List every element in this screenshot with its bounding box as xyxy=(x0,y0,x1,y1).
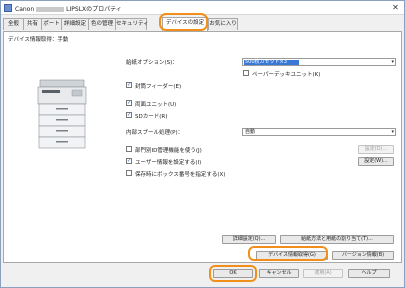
paper-option-label: 給紙オプション(S)： xyxy=(126,60,178,66)
tab-security[interactable]: セキュリティ xyxy=(115,18,149,30)
paper-source-assignment-button[interactable]: 給紙方法と用紙の割り当て(T)... xyxy=(280,235,394,244)
tab-advanced[interactable]: 詳細設定 xyxy=(61,18,89,30)
properties-window: Canon LIPSLXのプロパティ ✕ 全般 共有 ポート 詳細設定 色の管理 … xyxy=(0,0,405,288)
close-icon[interactable]: ✕ xyxy=(390,3,401,13)
tab-general[interactable]: 全般 xyxy=(3,18,24,30)
spool-value: 自動 xyxy=(245,129,256,135)
help-button[interactable]: ヘルプ xyxy=(348,269,390,278)
user-info-settings-button[interactable]: 設定(W)... xyxy=(358,157,394,166)
apply-button[interactable]: 適用(A) xyxy=(303,269,343,278)
box-number-label: 保存時にボックス番号を指定する(X) xyxy=(135,172,226,178)
paper-deck-label: ペーパーデッキユニット(K) xyxy=(252,72,321,78)
cancel-button[interactable]: キャンセル xyxy=(259,269,299,278)
dept-id-settings-button[interactable]: 設定(D)... xyxy=(358,145,394,154)
spool-select[interactable]: 自動 ▾ xyxy=(242,128,396,136)
dept-id-checkbox[interactable] xyxy=(126,146,132,152)
ok-highlight-outline xyxy=(209,265,257,282)
device-info-highlight-outline xyxy=(248,246,328,261)
window-title: Canon LIPSLXのプロパティ xyxy=(15,4,122,13)
tab-color-management[interactable]: 色の管理 xyxy=(88,18,116,30)
title-suffix: LIPSLXのプロパティ xyxy=(66,6,122,13)
envelope-feeder-label: 封筒フィーダー(E) xyxy=(135,84,182,90)
version-info-button[interactable]: バージョン情報(B) xyxy=(332,251,394,260)
user-info-checkbox[interactable]: ✓ xyxy=(126,158,132,164)
duplex-unit-label: 両面ユニット(U) xyxy=(135,102,177,108)
chevron-down-icon: ▾ xyxy=(391,129,394,135)
duplex-unit-checkbox[interactable]: ✓ xyxy=(126,100,132,106)
paper-option-value: 500枚カセット×3 xyxy=(245,59,287,65)
chevron-down-icon: ▾ xyxy=(391,59,394,65)
dept-id-label: 部門別ID管理機能を使う(J) xyxy=(135,148,202,154)
printer-app-icon xyxy=(4,4,12,12)
device-settings-panel: デバイス情報取得：手動 給紙オプション(S)： 500枚カセット×3 ▾ ペーパ… xyxy=(3,31,402,263)
sd-card-checkbox[interactable]: ✓ xyxy=(126,112,132,118)
title-prefix: Canon xyxy=(15,6,35,13)
paper-deck-checkbox[interactable] xyxy=(243,70,249,76)
paper-option-select[interactable]: 500枚カセット×3 ▾ xyxy=(242,58,396,66)
redacted-printer-name xyxy=(36,7,65,12)
sd-card-label: SDカード(R) xyxy=(135,114,168,120)
printer-illustration xyxy=(37,79,87,149)
tab-favorites[interactable]: お気に入り xyxy=(208,18,238,30)
detail-settings-button[interactable]: 詳細設定(Q)... xyxy=(222,235,276,244)
box-number-checkbox[interactable] xyxy=(126,170,132,176)
tab-sharing[interactable]: 共有 xyxy=(23,18,42,30)
tab-ports[interactable]: ポート xyxy=(41,18,62,30)
user-info-label: ユーザー情報を設定する(I) xyxy=(135,160,202,166)
spool-label: 内部スプール処理(P)： xyxy=(126,130,184,136)
tab-highlight-outline xyxy=(159,13,208,31)
envelope-feeder-checkbox[interactable]: ✓ xyxy=(126,82,132,88)
device-info-mode-label: デバイス情報取得：手動 xyxy=(8,37,69,43)
